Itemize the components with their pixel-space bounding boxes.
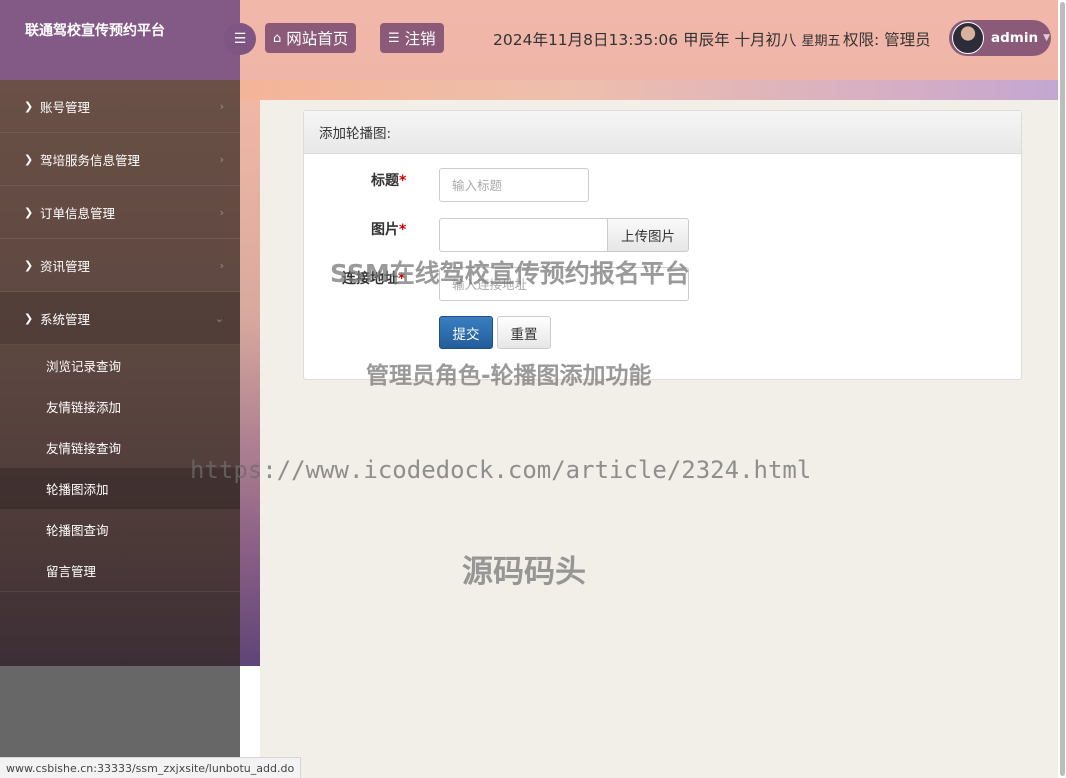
user-menu[interactable]: admin ▼ xyxy=(949,20,1051,56)
panel-title: 添加轮播图: xyxy=(304,111,1021,154)
main-content: 添加轮播图: 标题* 图片* 上传图片 连接地址* 提交 重置 xyxy=(260,100,1066,778)
image-path-input[interactable] xyxy=(439,218,608,252)
sidebar-item-orders[interactable]: ❯ 订单信息管理 › xyxy=(0,186,240,239)
site-home-label: 网站首页 xyxy=(286,30,349,48)
link-label: 连接地址* xyxy=(342,268,405,288)
chevron-right-icon: ❯ xyxy=(24,99,34,113)
top-header: ☰ ⌂ 网站首页 ☰ 注销 2024年11月8日13:35:06 甲辰年 十月初… xyxy=(224,0,1066,80)
scrollbar-thumb[interactable] xyxy=(1060,2,1065,776)
sidebar-item-account[interactable]: ❯ 账号管理 › xyxy=(0,80,240,133)
chevron-right-icon: ❯ xyxy=(24,258,34,272)
sidebar-item-label: 账号管理 xyxy=(40,99,91,115)
chevron-right-icon: ❯ xyxy=(24,205,34,219)
link-url-input[interactable] xyxy=(439,267,689,301)
chevron-right-icon: ❯ xyxy=(24,152,34,166)
chevron-right-icon: ❯ xyxy=(24,311,34,325)
link-label-text: 连接地址 xyxy=(342,271,398,287)
required-mark: * xyxy=(398,271,406,287)
header-gradient-band xyxy=(240,80,1066,100)
chevron-right-icon: › xyxy=(219,258,224,272)
title-input[interactable] xyxy=(439,168,589,202)
sidebar-item-news[interactable]: ❯ 资讯管理 › xyxy=(0,239,240,292)
image-label: 图片* xyxy=(371,219,406,239)
brand-title: 联通驾校宣传预约平台 xyxy=(0,0,240,80)
datetime-text: 2024年11月8日13:35:06 甲辰年 十月初八 xyxy=(493,31,797,49)
sidebar-item-label: 订单信息管理 xyxy=(40,205,116,221)
chevron-right-icon: › xyxy=(219,99,224,113)
submenu-item-query-carousel[interactable]: 轮播图查询 xyxy=(0,509,240,550)
site-home-button[interactable]: ⌂ 网站首页 xyxy=(265,23,357,53)
submenu-item-query-friend-link[interactable]: 友情链接查询 xyxy=(0,427,240,468)
submenu-item-add-carousel[interactable]: 轮播图添加 xyxy=(0,468,240,509)
sidebar-item-label: 资讯管理 xyxy=(40,258,91,274)
logout-label: 注销 xyxy=(404,30,436,48)
sidebar-item-system[interactable]: ❯ 系统管理 ⌄ xyxy=(0,292,240,345)
required-mark: * xyxy=(399,222,407,238)
sidebar-item-label: 系统管理 xyxy=(40,311,91,327)
sidebar: 联通驾校宣传预约平台 ❯ 账号管理 › ❯ 驾培服务信息管理 › ❯ 订单信息管… xyxy=(0,0,240,666)
caret-down-icon: ▼ xyxy=(1043,33,1051,43)
home-icon: ⌂ xyxy=(273,30,282,46)
chevron-right-icon: › xyxy=(219,152,224,166)
current-datetime: 2024年11月8日13:35:06 甲辰年 十月初八 星期五 xyxy=(493,28,840,50)
logout-button[interactable]: ☰ 注销 xyxy=(380,23,444,53)
title-label-text: 标题 xyxy=(371,173,399,189)
permission-text: 权限: 管理员 xyxy=(843,31,931,49)
submenu-item-messages[interactable]: 留言管理 xyxy=(0,550,240,591)
weekday-text: 星期五 xyxy=(801,34,841,49)
username: admin xyxy=(991,30,1039,46)
title-label: 标题* xyxy=(371,170,406,190)
chevron-right-icon: › xyxy=(219,205,224,219)
sidebar-item-driving-service[interactable]: ❯ 驾培服务信息管理 › xyxy=(0,133,240,186)
sidebar-edge-strip xyxy=(240,80,260,666)
list-icon: ☰ xyxy=(388,30,400,46)
hamburger-icon: ☰ xyxy=(233,31,247,47)
upload-image-button[interactable]: 上传图片 xyxy=(607,218,689,252)
submit-button[interactable]: 提交 xyxy=(439,316,493,349)
system-submenu: 浏览记录查询 友情链接添加 友情链接查询 轮播图添加 轮播图查询 留言管理 xyxy=(0,345,240,592)
status-bar-url: www.csbishe.cn:33333/ssm_zxjxsite/lunbot… xyxy=(0,757,302,778)
submenu-item-browse-history[interactable]: 浏览记录查询 xyxy=(0,345,240,386)
required-mark: * xyxy=(399,173,407,189)
menu-toggle-button[interactable]: ☰ xyxy=(224,23,256,55)
chevron-down-icon: ⌄ xyxy=(214,311,224,325)
submenu-item-add-friend-link[interactable]: 友情链接添加 xyxy=(0,386,240,427)
avatar xyxy=(952,22,984,54)
image-label-text: 图片 xyxy=(371,222,399,238)
add-carousel-panel: 添加轮播图: 标题* 图片* 上传图片 连接地址* 提交 重置 xyxy=(303,110,1022,380)
sidebar-item-label: 驾培服务信息管理 xyxy=(40,152,141,168)
reset-button[interactable]: 重置 xyxy=(497,316,551,349)
